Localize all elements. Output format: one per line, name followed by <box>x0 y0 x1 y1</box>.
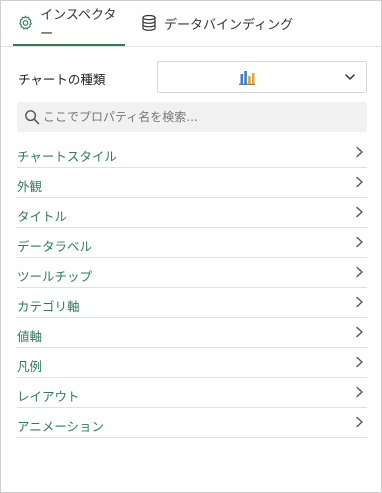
property-label: チャートスタイル <box>17 149 117 164</box>
property-item-legend[interactable]: 凡例 <box>17 348 367 378</box>
property-label: 値軸 <box>17 329 43 344</box>
property-label: 凡例 <box>17 359 43 374</box>
property-label: カテゴリ軸 <box>17 299 80 314</box>
chevron-right-icon <box>356 386 363 398</box>
chart-type-label: チャートの種類 <box>18 72 106 87</box>
property-label: タイトル <box>17 209 68 224</box>
property-item-appearance[interactable]: 外観 <box>17 168 367 198</box>
tab-bar: インスペクター データバインディング <box>1 1 381 47</box>
active-tab-indicator <box>13 44 125 46</box>
chevron-right-icon <box>356 146 363 158</box>
property-item-value-axis[interactable]: 値軸 <box>17 318 367 348</box>
property-label: アニメーション <box>17 419 105 434</box>
chart-type-select[interactable] <box>157 61 367 93</box>
search-icon <box>25 110 40 125</box>
tab-data-binding[interactable]: データバインディング <box>140 1 293 45</box>
tab-inspector[interactable]: インスペクター <box>13 1 125 46</box>
property-item-category-axis[interactable]: カテゴリ軸 <box>17 288 367 318</box>
property-list: チャートスタイル 外観 タイトル データラベル ツールチップ カテゴリ軸 値軸 <box>17 138 367 438</box>
property-label: ツールチップ <box>17 269 93 284</box>
bar-chart-icon <box>239 71 255 85</box>
chevron-right-icon <box>356 236 363 248</box>
property-item-layout[interactable]: レイアウト <box>17 378 367 408</box>
chart-type-row: チャートの種類 <box>17 61 367 93</box>
gear-icon <box>19 15 32 30</box>
chevron-right-icon <box>356 296 363 308</box>
chevron-right-icon <box>356 266 363 278</box>
property-item-title[interactable]: タイトル <box>17 198 367 228</box>
property-item-chart-style[interactable]: チャートスタイル <box>17 138 367 168</box>
chevron-right-icon <box>356 356 363 368</box>
search-input[interactable] <box>43 102 359 132</box>
database-icon <box>142 14 156 31</box>
property-label: データラベル <box>17 239 93 254</box>
property-search <box>17 102 367 132</box>
property-item-data-labels[interactable]: データラベル <box>17 228 367 258</box>
chevron-right-icon <box>356 416 363 428</box>
property-item-animation[interactable]: アニメーション <box>17 408 367 438</box>
property-label: 外観 <box>17 179 43 194</box>
chevron-right-icon <box>356 176 363 188</box>
property-item-tooltip[interactable]: ツールチップ <box>17 258 367 288</box>
tab-data-binding-label: データバインディング <box>164 17 294 33</box>
chevron-down-icon <box>345 74 355 80</box>
chevron-right-icon <box>356 326 363 338</box>
tab-inspector-label: インスペクター <box>40 8 117 42</box>
inspector-panel: インスペクター データバインディング チャートの種類 ここでプロパティ名を検索.… <box>0 0 382 493</box>
property-label: レイアウト <box>17 389 80 404</box>
chevron-right-icon <box>356 206 363 218</box>
